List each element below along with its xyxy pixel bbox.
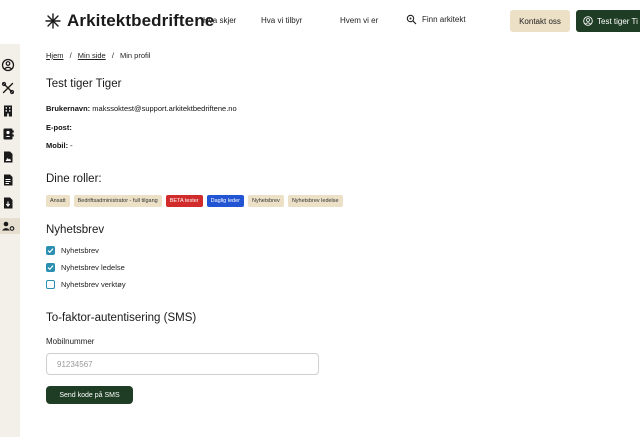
checkbox-unchecked[interactable] [46,280,55,289]
nav-hva-vi-tilbyr[interactable]: Hva vi tilbyr [261,16,302,25]
newsletter-option[interactable]: Nyhetsbrev ledelse [46,263,125,272]
user-settings-icon [2,221,15,231]
checkbox-checked[interactable] [46,263,55,272]
checkbox-checked[interactable] [46,246,55,255]
logo-text: Arkitektbedriftene [67,11,215,30]
newsletter-option-label: Nyhetsbrev verktøy [61,280,126,289]
document-icon[interactable] [1,173,15,187]
newsletter-option[interactable]: Nyhetsbrev [46,246,99,255]
username-value: makssoktest@support.arkitektbedriftene.n… [90,104,237,113]
send-sms-button[interactable]: Send kode på SMS [46,386,133,404]
tools-icon[interactable] [1,81,15,95]
breadcrumb-separator: / [69,51,72,60]
user-menu-button[interactable]: Test tiger Ti [576,10,640,32]
file-download-icon[interactable] [1,196,15,210]
newsletter-option[interactable]: Nyhetsbrev verktøy [46,280,126,289]
nav-hvem-vi-er[interactable]: Hvem vi er [340,16,378,25]
user-menu-label: Test tiger Ti [597,16,638,26]
mobile-row: Mobil: - [46,141,73,150]
logo-star-icon [45,13,61,29]
newsletter-heading: Nyhetsbrev [46,224,105,236]
search-location-icon [406,14,417,25]
username-row: Brukernavn: makssoktest@support.arkitekt… [46,104,237,113]
mobile-number-label: Mobilnummer [46,337,95,346]
roles-list: Ansatt Bedriftsadministrator - full tilg… [46,195,343,207]
user-circle-icon[interactable] [1,58,15,72]
kontakt-oss-button[interactable]: Kontakt oss [510,10,570,32]
building-icon[interactable] [1,104,15,118]
newsletter-option-label: Nyhetsbrev [61,246,99,255]
breadcrumb-current: Min profil [120,51,151,60]
top-navigation: Arkitektbedriftene Hva skjer Hva vi tilb… [0,0,640,44]
role-badge: Bedriftsadministrator - full tilgang [73,195,162,207]
email-row: E-post: [46,123,72,132]
breadcrumb-minside-link[interactable]: Min side [78,51,106,60]
check-icon [47,248,54,254]
page-title: Test tiger Tiger [46,78,122,90]
mobile-value: - [68,141,73,150]
role-badge: Ansatt [46,195,70,207]
username-label: Brukernavn: [46,104,91,113]
logo[interactable]: Arkitektbedriftene [45,11,214,31]
breadcrumb-home-link[interactable]: Hjem [46,51,64,60]
breadcrumb-separator: / [111,51,114,60]
check-icon [47,265,54,271]
roles-heading: Dine roller: [46,173,102,185]
sidebar-item-profile[interactable] [0,218,20,234]
newsletter-option-label: Nyhetsbrev ledelse [61,263,125,272]
role-badge: Nyhetsbrev ledelse [287,195,343,207]
role-badge: Daglig leder [206,195,244,207]
role-badge: BETA tester [165,195,203,207]
mobile-number-input[interactable] [46,353,319,375]
finn-arkitekt-label: Finn arkitekt [422,15,466,24]
email-label: E-post: [46,123,72,132]
contact-book-icon[interactable] [1,127,15,141]
twofactor-heading: To-faktor-autentisering (SMS) [46,312,197,324]
sidebar [0,44,20,437]
image-file-icon[interactable] [1,150,15,164]
breadcrumb: Hjem / Min side / Min profil [46,51,150,60]
nav-hva-skjer[interactable]: Hva skjer [203,16,236,25]
user-circle-icon [583,16,593,26]
mobile-label: Mobil: [46,141,69,150]
finn-arkitekt-link[interactable]: Finn arkitekt [406,14,466,25]
role-badge: Nyhetsbrev [247,195,284,207]
